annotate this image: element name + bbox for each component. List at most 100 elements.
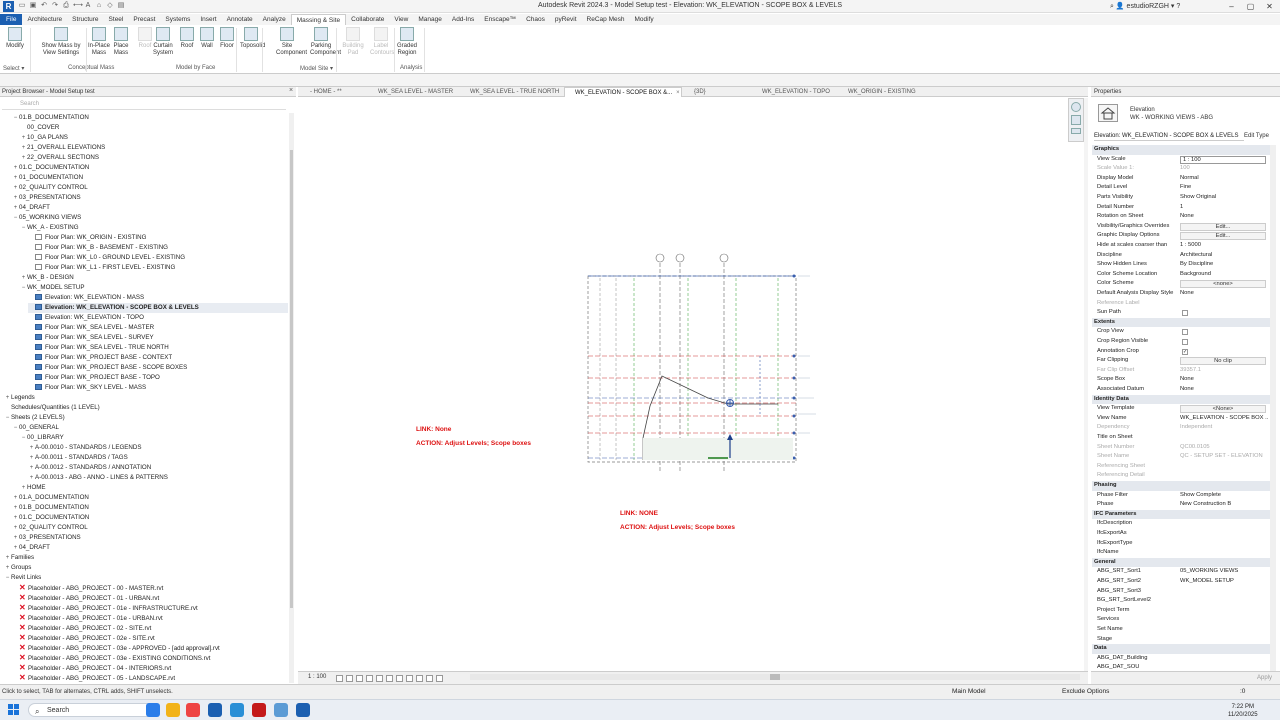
close-icon[interactable]: × [289,87,293,94]
property-row[interactable]: Title on Sheet [1092,433,1270,443]
type-selector[interactable]: Elevation WK - WORKING VIEWS - ABG [1130,106,1213,122]
property-row[interactable]: Phase Filter Show Complete [1092,491,1270,501]
show-crop-icon[interactable] [386,675,393,682]
tree-item[interactable]: + WK_B - DESIGN [20,273,288,283]
close-button[interactable]: ✕ [1260,0,1279,13]
property-row[interactable]: Services [1092,615,1270,625]
property-row[interactable]: ABG_SRT_Sort1 05_WORKING VIEWS [1092,567,1270,577]
expand-toggle-icon[interactable]: + [12,493,19,503]
ribbon-tab[interactable]: Architecture [22,14,67,25]
property-row[interactable]: ABG_SRT_Sort2 WK_MODEL SETUP [1092,577,1270,587]
tree-item[interactable]: Floor Plan: WK_PROJECT BASE - SCOPE BOXE… [28,363,288,373]
tree-item[interactable]: + HOME [20,483,288,493]
instance-selector[interactable]: Elevation: WK_ELEVATION - SCOPE BOX & LE… [1094,131,1244,141]
property-row[interactable]: Detail Level Fine [1092,183,1270,193]
property-row[interactable]: ABG_SRT_Sort3 [1092,587,1270,597]
property-row[interactable]: Detail Number 1 [1092,203,1270,213]
tree-item[interactable]: Elevation: WK_ELEVATION - SCOPE BOX & LE… [28,303,288,313]
expand-toggle-icon[interactable]: + [12,503,19,513]
tree-item[interactable]: −01.B_DOCUMENTATION [12,113,288,123]
tree-item[interactable]: +03_PRESENTATIONS [12,533,288,543]
property-checkbox[interactable] [1182,329,1188,336]
view-tab[interactable]: WK_ORIGIN - EXISTING [838,87,930,97]
tree-item[interactable]: ✕ Placeholder - ABG_PROJECT - 01 - URBAN.… [12,593,288,603]
property-row[interactable]: Display Model Normal [1092,174,1270,184]
property-row[interactable]: Referencing Detail [1092,471,1270,481]
ribbon-button[interactable]: In-Place Mass [88,27,110,57]
tree-item[interactable]: +04_DRAFT [12,203,288,213]
tree-item[interactable]: +04_DRAFT [12,543,288,553]
expand-toggle-icon[interactable]: + [20,153,27,163]
project-browser-search[interactable]: Search [2,99,286,110]
expand-toggle-icon[interactable]: − [12,213,19,223]
tree-item[interactable]: +02_QUALITY CONTROL [12,523,288,533]
tree-item[interactable]: + A-00.0010 - STANDARDS / LEGENDS [28,443,288,453]
property-row[interactable]: IfcExportAs [1092,529,1270,539]
ribbon-button[interactable]: Modify [4,27,26,50]
tree-item[interactable]: − Revit Links [4,573,288,583]
tree-item[interactable]: Elevation: WK_ELEVATION - MASS [28,293,288,303]
tree-item[interactable]: Floor Plan: WK_SEA LEVEL - TRUE NORTH [28,343,288,353]
close-hidden-icon[interactable]: ▤ [117,1,125,10]
property-section[interactable]: IFC Parameters [1092,509,1270,520]
expand-toggle-icon[interactable]: + [12,173,19,183]
property-row[interactable]: Far Clip Offset 39357.1 [1092,366,1270,376]
expand-toggle-icon[interactable]: + [12,203,19,213]
property-checkbox[interactable] [1182,310,1188,317]
expand-toggle-icon[interactable]: + [20,273,27,283]
ribbon-tab[interactable]: Structure [67,14,103,25]
ribbon-tab[interactable]: Chaos [521,14,550,25]
ribbon-tab[interactable]: Annotate [222,14,258,25]
property-row[interactable]: Visibility/Graphics Overrides Edit... [1092,222,1270,232]
property-section[interactable]: General [1092,557,1270,568]
steering-wheel-icon[interactable] [1071,102,1081,112]
expand-toggle-icon[interactable]: + [20,483,27,493]
tree-item[interactable]: Floor Plan: WK_SKY LEVEL - MASS [28,383,288,393]
tree-item[interactable]: Floor Plan: WK_PROJECT BASE - TOPO [28,373,288,383]
chrome-icon[interactable] [186,703,200,717]
property-row[interactable]: Rotation on Sheet None [1092,212,1270,222]
property-row[interactable]: Far Clipping No clip [1092,356,1270,366]
ribbon-tab[interactable]: Steel [104,14,129,25]
tree-item[interactable]: Floor Plan: WK_L1 - FIRST LEVEL - EXISTI… [28,263,288,273]
edit-type-button[interactable]: Edit Type [1244,131,1269,141]
acrobat-icon[interactable] [252,703,266,717]
property-row[interactable]: Sun Path [1092,308,1270,318]
revit-taskbar-icon-2[interactable] [296,703,310,717]
ribbon-button[interactable]: Building Pad [342,27,364,57]
expand-toggle-icon[interactable]: + [4,393,11,403]
property-row[interactable]: Scope Box None [1092,375,1270,385]
drawing-canvas[interactable]: LINK: None ACTION: Adjust Levels; Scope … [298,98,1088,671]
property-edit-button[interactable]: Edit... [1180,222,1266,231]
visual-style-icon[interactable] [346,675,353,682]
property-row[interactable]: Scale Value 1: 100 [1092,164,1270,174]
tree-item[interactable]: + A-00.0012 - STANDARDS / ANNOTATION [28,463,288,473]
tree-item[interactable]: −05_WORKING VIEWS [12,213,288,223]
property-row[interactable]: Parts Visibility Show Original [1092,193,1270,203]
ribbon-button[interactable]: Site Component [276,27,307,57]
expand-toggle-icon[interactable]: + [12,533,19,543]
property-row[interactable]: Stage [1092,635,1270,645]
ribbon-tab[interactable]: Modify [629,14,658,25]
maximize-button[interactable]: ▢ [1241,0,1260,13]
view-tab[interactable]: WK_ELEVATION - SCOPE BOX &... × [564,87,682,97]
tree-item[interactable]: +01_DOCUMENTATION [12,173,288,183]
property-row[interactable]: BG_SRT_SortLevel2 [1092,596,1270,606]
sun-path-icon[interactable] [356,675,363,682]
ribbon-button[interactable]: Label Contours [370,27,394,57]
property-row[interactable]: Phase New Construction B [1092,500,1270,510]
property-row[interactable]: View Name WK_ELEVATION - SCOPE BOX ... [1092,414,1270,424]
tree-item[interactable]: ✕ Placeholder - ABG_PROJECT - 04 - INTERI… [12,663,288,673]
property-edit-button[interactable]: No clip [1180,357,1266,366]
ribbon-tab[interactable]: Insert [195,14,221,25]
expand-toggle-icon[interactable]: − [12,423,19,433]
ribbon-tab[interactable]: Enscape™ [479,14,521,25]
measure-icon[interactable]: ⟷ [73,1,83,10]
reveal-hidden-icon[interactable] [416,675,423,682]
zoom-icon[interactable] [1071,115,1081,125]
property-row[interactable]: IfcDescription [1092,519,1270,529]
expand-toggle-icon[interactable]: + [12,543,19,553]
tree-item[interactable]: +21_OVERALL ELEVATIONS [20,143,288,153]
navigation-bar[interactable] [1068,98,1084,142]
tree-item[interactable]: +02_QUALITY CONTROL [12,183,288,193]
